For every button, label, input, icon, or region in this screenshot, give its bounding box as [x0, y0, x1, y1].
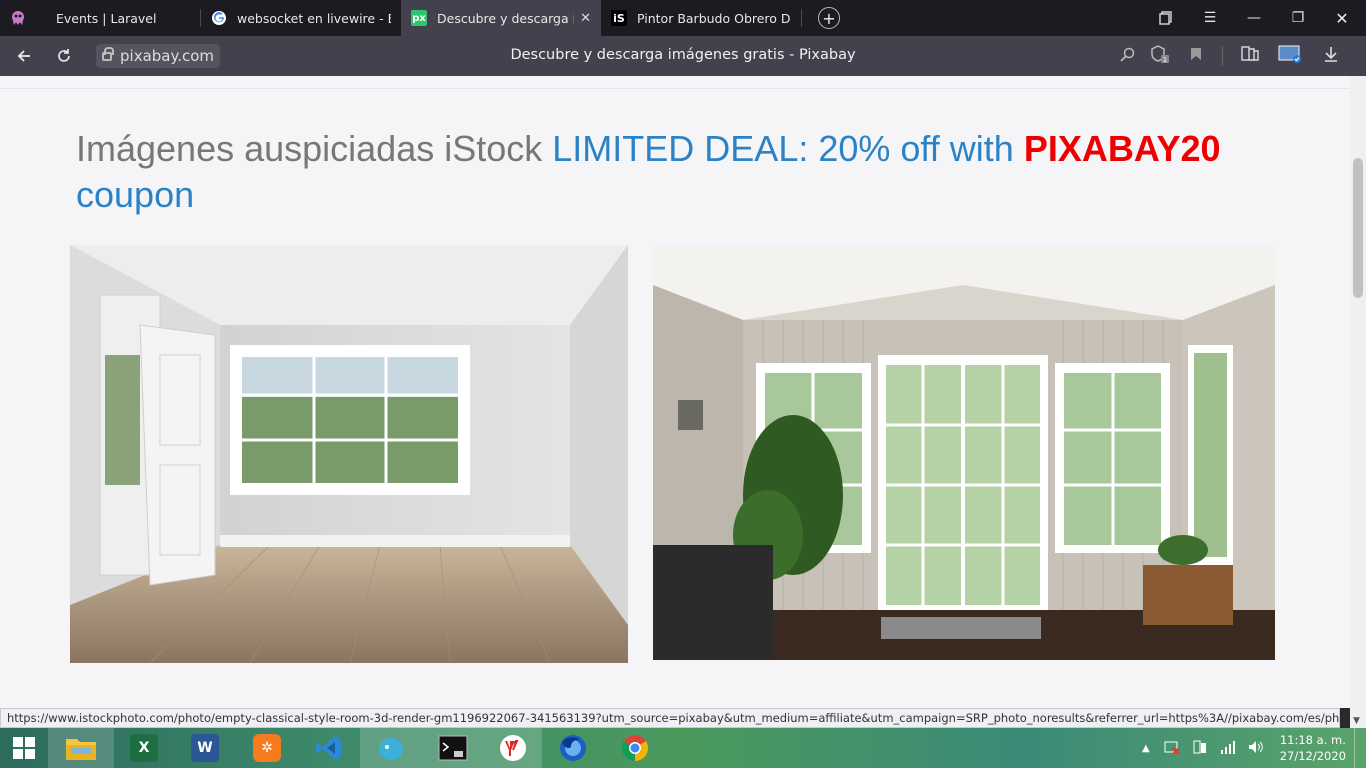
word-icon[interactable]: W: [174, 728, 236, 768]
menu-icon[interactable]: ☰: [1188, 0, 1232, 36]
deal-suffix: coupon: [76, 174, 195, 215]
phone-link-icon[interactable]: [1186, 739, 1214, 758]
screenshot-icon[interactable]: [1267, 45, 1313, 67]
heading-prefix: Imágenes auspiciadas iStock: [76, 128, 543, 169]
vscode-icon[interactable]: [298, 728, 360, 768]
close-tab-icon[interactable]: ✕: [580, 11, 591, 26]
toolbar-right-icons: 1: [1114, 36, 1349, 76]
divider: [0, 88, 1350, 89]
excel-icon[interactable]: X: [114, 728, 174, 768]
xampp-icon[interactable]: ✲: [236, 728, 298, 768]
status-bar-url: https://www.istockphoto.com/photo/empty-…: [0, 708, 1340, 728]
terminal-icon[interactable]: [422, 728, 484, 768]
coupon-code: PIXABAY20: [1023, 128, 1221, 169]
collections-icon[interactable]: [1233, 46, 1267, 66]
system-tray: ▲ 11:18 a. m. 27/12/2020: [1134, 728, 1366, 768]
istock-icon: iS: [611, 10, 627, 26]
deal-text: LIMITED DEAL: 20% off with: [552, 128, 1014, 169]
volume-icon[interactable]: [1242, 740, 1270, 757]
tab-title: websocket en livewire - Bu: [237, 10, 391, 26]
google-icon: [211, 10, 227, 26]
tab-websocket-livewire[interactable]: websocket en livewire - Bu: [201, 0, 401, 36]
download-icon[interactable]: [1313, 46, 1349, 66]
adblock-icon[interactable]: 1: [1140, 45, 1180, 67]
maximize-button[interactable]: ❐: [1276, 0, 1320, 36]
tab-title: Descubre y descarga imá: [437, 10, 574, 26]
separator: [1222, 46, 1223, 66]
clock-date: 27/12/2020: [1279, 749, 1346, 763]
tab-title: Pintor Barbudo Obrero De: [637, 10, 791, 26]
start-button[interactable]: [0, 728, 48, 768]
tab-events-laravel[interactable]: Events | Laravel: [36, 0, 200, 36]
yandex-browser-icon[interactable]: [484, 728, 542, 768]
show-hidden-icons[interactable]: ▲: [1134, 743, 1158, 754]
svg-text:1: 1: [1163, 56, 1167, 63]
clock-time: 11:18 a. m.: [1279, 733, 1346, 747]
tab-manager-icon[interactable]: [1144, 0, 1188, 36]
tableplus-icon[interactable]: [360, 728, 422, 768]
bookmark-icon[interactable]: [1180, 47, 1212, 65]
page-content: Imágenes auspiciadas iStock LIMITED DEAL…: [0, 76, 1350, 708]
new-tab-button[interactable]: +: [818, 7, 840, 29]
browser-menu-icon[interactable]: [0, 0, 36, 36]
chrome-icon[interactable]: [604, 728, 666, 768]
scroll-down-arrow[interactable]: ▼: [1353, 716, 1360, 726]
network-error-icon[interactable]: [1158, 739, 1186, 758]
clock[interactable]: 11:18 a. m. 27/12/2020: [1280, 732, 1346, 764]
empty-room-photo[interactable]: [70, 245, 628, 663]
tab-title: Events | Laravel: [56, 10, 157, 26]
zoom-icon[interactable]: [1114, 47, 1140, 66]
pixabay-icon: px: [411, 10, 427, 26]
vertical-scrollbar[interactable]: ▼: [1350, 76, 1366, 728]
minimize-button[interactable]: —: [1232, 0, 1276, 36]
sponsored-heading: Imágenes auspiciadas iStock LIMITED DEAL…: [76, 126, 1276, 218]
tab-separator: [801, 9, 802, 27]
tab-istock[interactable]: iS Pintor Barbudo Obrero De: [601, 0, 801, 36]
file-explorer-icon[interactable]: [48, 728, 114, 768]
signal-icon[interactable]: [1214, 740, 1242, 757]
notifications-icon[interactable]: [1354, 728, 1366, 768]
sunroom-photo[interactable]: [653, 245, 1275, 660]
scrollbar-thumb[interactable]: [1353, 158, 1363, 298]
firefox-icon[interactable]: [542, 728, 604, 768]
close-window-button[interactable]: ✕: [1320, 0, 1364, 36]
tab-pixabay[interactable]: px Descubre y descarga imá ✕: [401, 0, 601, 36]
